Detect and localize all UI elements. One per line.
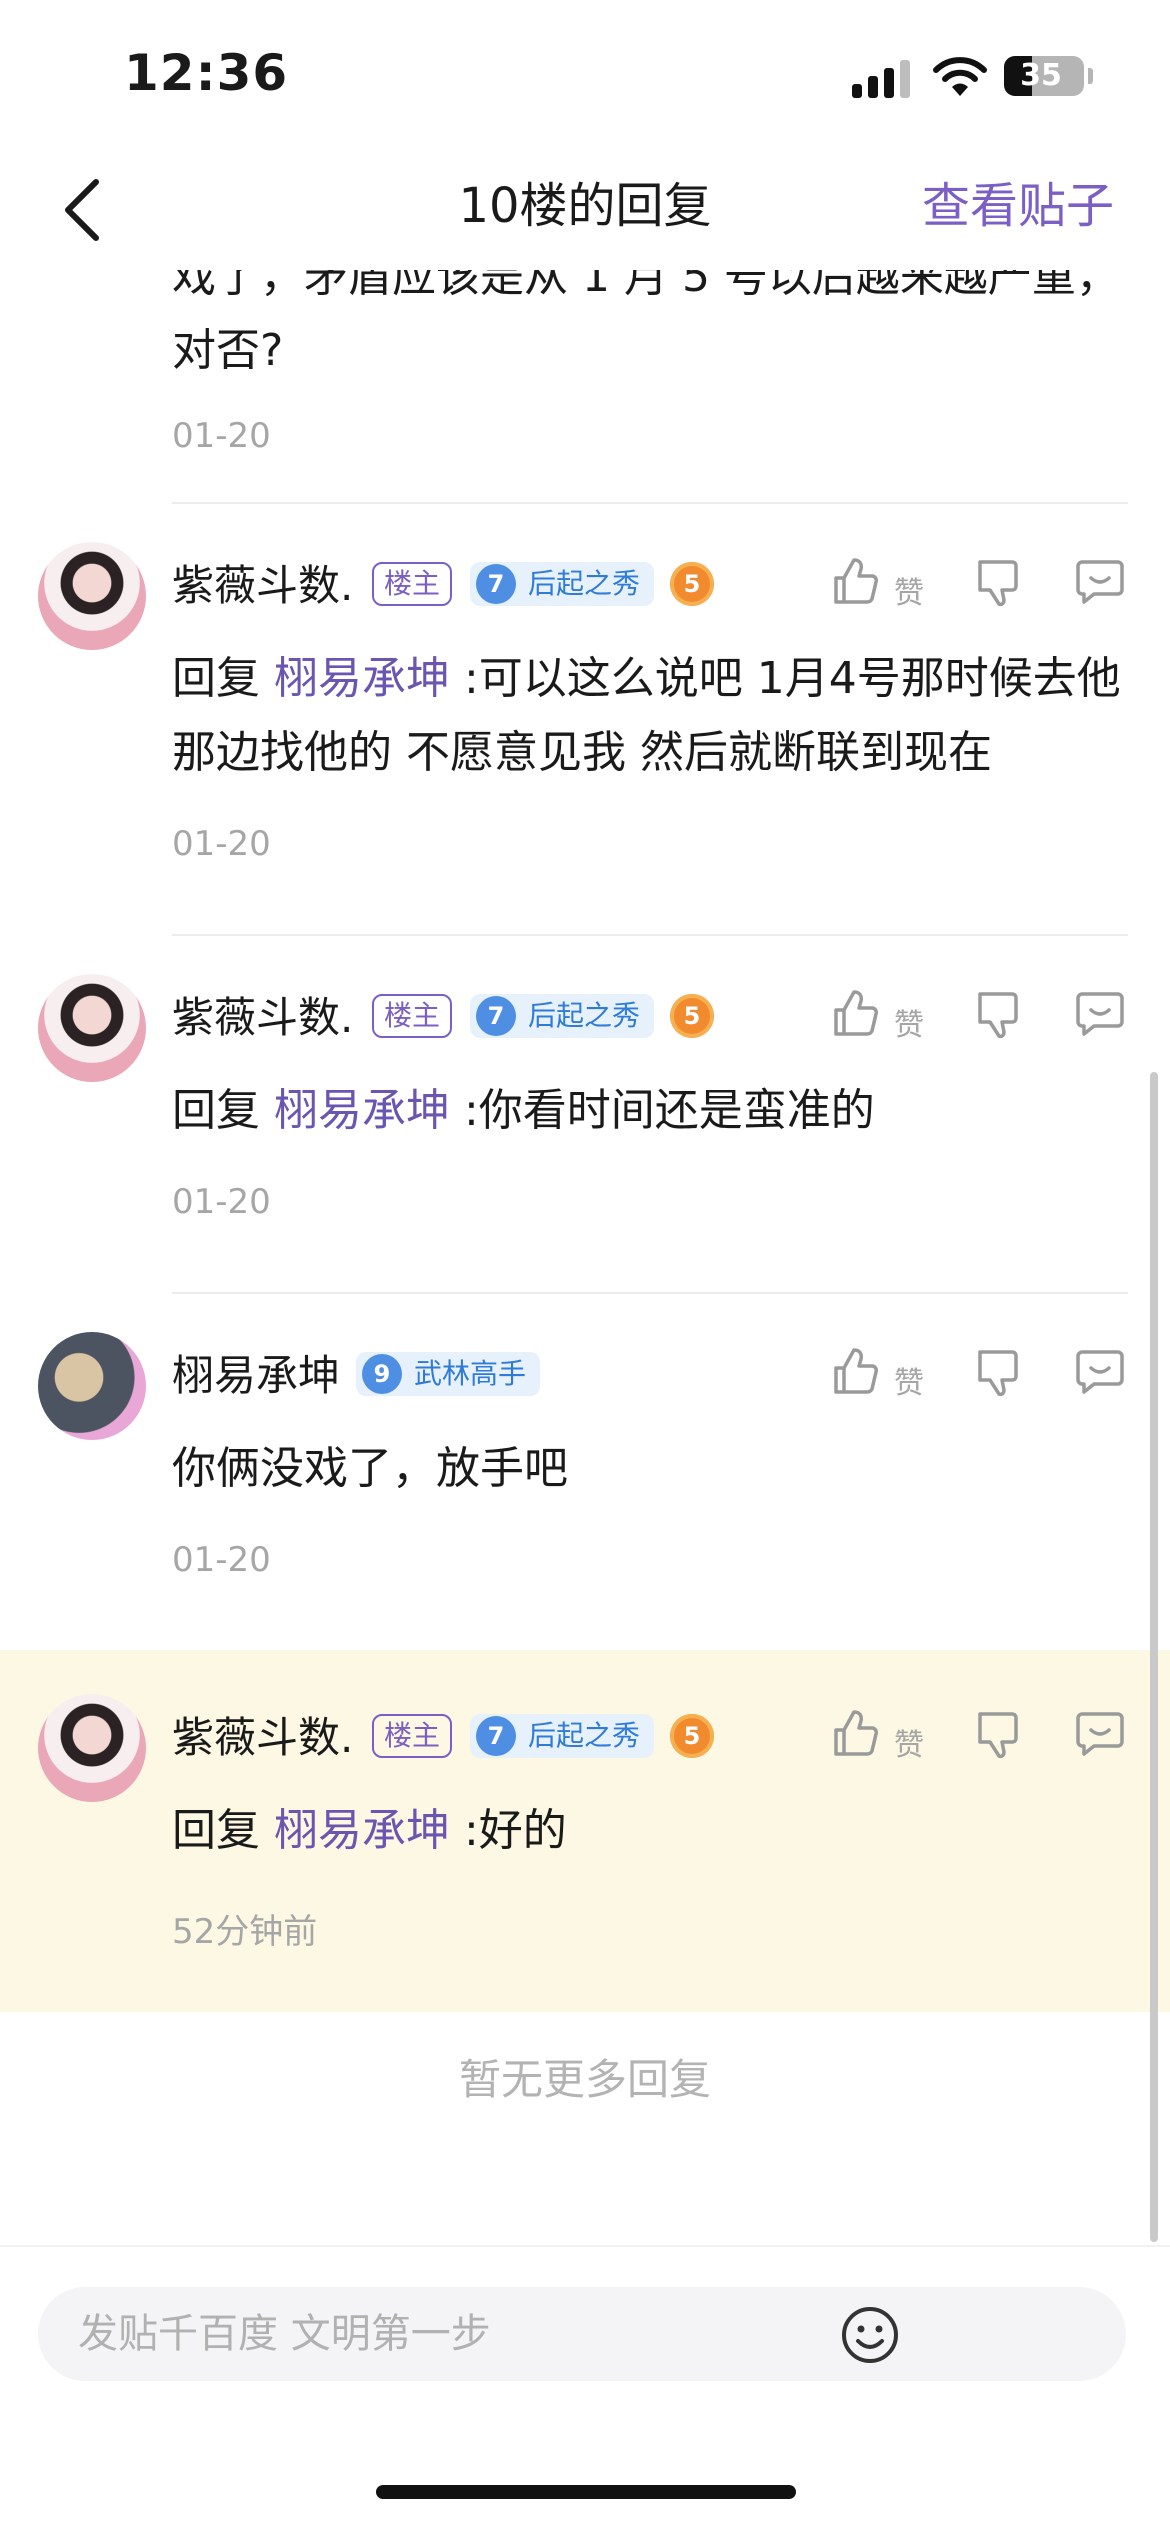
- reply-text: 你俩没戏了，放手吧: [172, 1443, 568, 1494]
- reply-item: 紫薇斗数. 楼主 7 后起之秀 5 赞 回复 栩易承坤 :你看时间还是蛮准的 0…: [0, 936, 1170, 1292]
- avatar[interactable]: [38, 1332, 146, 1440]
- emoji-icon[interactable]: [840, 2305, 900, 2365]
- like-label[interactable]: 赞: [894, 568, 924, 612]
- home-indicator: [376, 2485, 796, 2499]
- no-more-replies: 暂无更多回复: [458, 2055, 711, 2104]
- reply-body: :你看时间还是蛮准的: [450, 1085, 875, 1136]
- like-icon[interactable]: [832, 1346, 878, 1396]
- reply-date: 01-20: [172, 1540, 271, 1580]
- like-label[interactable]: 赞: [894, 1720, 924, 1764]
- medal-icon: 5: [670, 562, 714, 606]
- level-number: 9: [362, 1354, 402, 1394]
- level-number: 7: [476, 564, 516, 604]
- dislike-icon[interactable]: [976, 558, 1020, 608]
- level-title: 武林高手: [414, 1357, 527, 1390]
- like-label[interactable]: 赞: [894, 1358, 924, 1402]
- reply-item: 紫薇斗数. 楼主 7 后起之秀 5 赞 回复 栩易承坤 :可以这么说吧 1月4号…: [0, 504, 1170, 934]
- reply-prefix: 回复: [172, 1085, 274, 1136]
- status-bar: 12:36 35: [0, 0, 1170, 150]
- owner-badge: 楼主: [372, 1714, 453, 1758]
- username[interactable]: 紫薇斗数.: [172, 1704, 353, 1765]
- reply-date: 52分钟前: [172, 1912, 318, 1952]
- comment-icon[interactable]: [1076, 990, 1124, 1036]
- battery-icon: 35: [1004, 56, 1084, 96]
- compose-input[interactable]: [38, 2287, 1126, 2381]
- mention-link[interactable]: 栩易承坤: [274, 1805, 450, 1856]
- reply-prefix: 回复: [172, 653, 274, 704]
- medal-icon: 5: [670, 994, 714, 1038]
- username[interactable]: 紫薇斗数.: [172, 552, 353, 613]
- reply-item-highlighted: 紫薇斗数. 楼主 7 后起之秀 5 赞 回复 栩易承坤 :好的 52分钟前: [0, 1650, 1170, 2012]
- view-post-link[interactable]: 查看贴子: [922, 150, 1114, 262]
- reply-text: 回复 栩易承坤 :你看时间还是蛮准的: [172, 1074, 1132, 1148]
- like-icon[interactable]: [832, 556, 878, 606]
- scrollbar[interactable]: [1150, 1072, 1158, 2242]
- nav-bar: 10楼的回复 查看贴子: [0, 150, 1170, 270]
- mention-link[interactable]: 栩易承坤: [274, 653, 450, 704]
- level-badge: 7 后起之秀: [470, 1714, 655, 1758]
- avatar[interactable]: [38, 1694, 146, 1802]
- reply-list: 戏了，矛盾应该是从 1 月 5 号以后越来越严重，对否? 01-20 紫薇斗数.…: [0, 270, 1170, 2245]
- comment-icon[interactable]: [1076, 1348, 1124, 1394]
- owner-badge: 楼主: [372, 994, 453, 1038]
- like-label[interactable]: 赞: [894, 1000, 924, 1044]
- compose-bar: [0, 2245, 1170, 2534]
- avatar[interactable]: [38, 974, 146, 1082]
- battery-cap: [1088, 68, 1093, 84]
- level-number: 7: [476, 1716, 516, 1756]
- reply-fragment: 戏了，矛盾应该是从 1 月 5 号以后越来越严重，对否? 01-20: [0, 270, 1170, 475]
- username[interactable]: 栩易承坤: [172, 1342, 340, 1403]
- reply-date: 01-20: [172, 824, 271, 864]
- reply-text: 戏了，矛盾应该是从 1 月 5 号以后越来越严重，对否?: [172, 270, 1120, 376]
- level-badge: 7 后起之秀: [470, 994, 655, 1038]
- like-icon[interactable]: [832, 988, 878, 1038]
- dislike-icon[interactable]: [976, 1710, 1020, 1760]
- wifi-icon: [933, 57, 987, 96]
- dislike-icon[interactable]: [976, 990, 1020, 1040]
- medal-icon: 5: [670, 1714, 714, 1758]
- status-time: 12:36: [124, 44, 289, 102]
- level-number: 7: [476, 996, 516, 1036]
- level-title: 后起之秀: [528, 567, 641, 600]
- back-button[interactable]: [52, 172, 122, 248]
- level-title: 后起之秀: [528, 999, 641, 1032]
- mention-link[interactable]: 栩易承坤: [274, 1085, 450, 1136]
- reply-item: 栩易承坤 9 武林高手 赞 你俩没戏了，放手吧 01-20: [0, 1294, 1170, 1650]
- reply-prefix: 回复: [172, 1805, 274, 1856]
- battery-level: 35: [1020, 58, 1062, 93]
- comment-icon[interactable]: [1076, 1710, 1124, 1756]
- level-badge: 9 武林高手: [356, 1352, 541, 1396]
- level-badge: 7 后起之秀: [470, 562, 655, 606]
- cellular-signal-icon: [852, 58, 910, 98]
- dislike-icon[interactable]: [976, 1348, 1020, 1398]
- reply-date: 01-20: [172, 1182, 271, 1222]
- reply-text: 回复 栩易承坤 :可以这么说吧 1月4号那时候去他那边找他的 不愿意见我 然后就…: [172, 642, 1132, 790]
- owner-badge: 楼主: [372, 562, 453, 606]
- comment-icon[interactable]: [1076, 558, 1124, 604]
- like-icon[interactable]: [832, 1708, 878, 1758]
- username[interactable]: 紫薇斗数.: [172, 984, 353, 1045]
- reply-date: 01-20: [172, 416, 271, 456]
- level-title: 后起之秀: [528, 1719, 641, 1752]
- reply-body: :好的: [450, 1805, 567, 1856]
- avatar[interactable]: [38, 542, 146, 650]
- reply-text: 回复 栩易承坤 :好的: [172, 1794, 1132, 1868]
